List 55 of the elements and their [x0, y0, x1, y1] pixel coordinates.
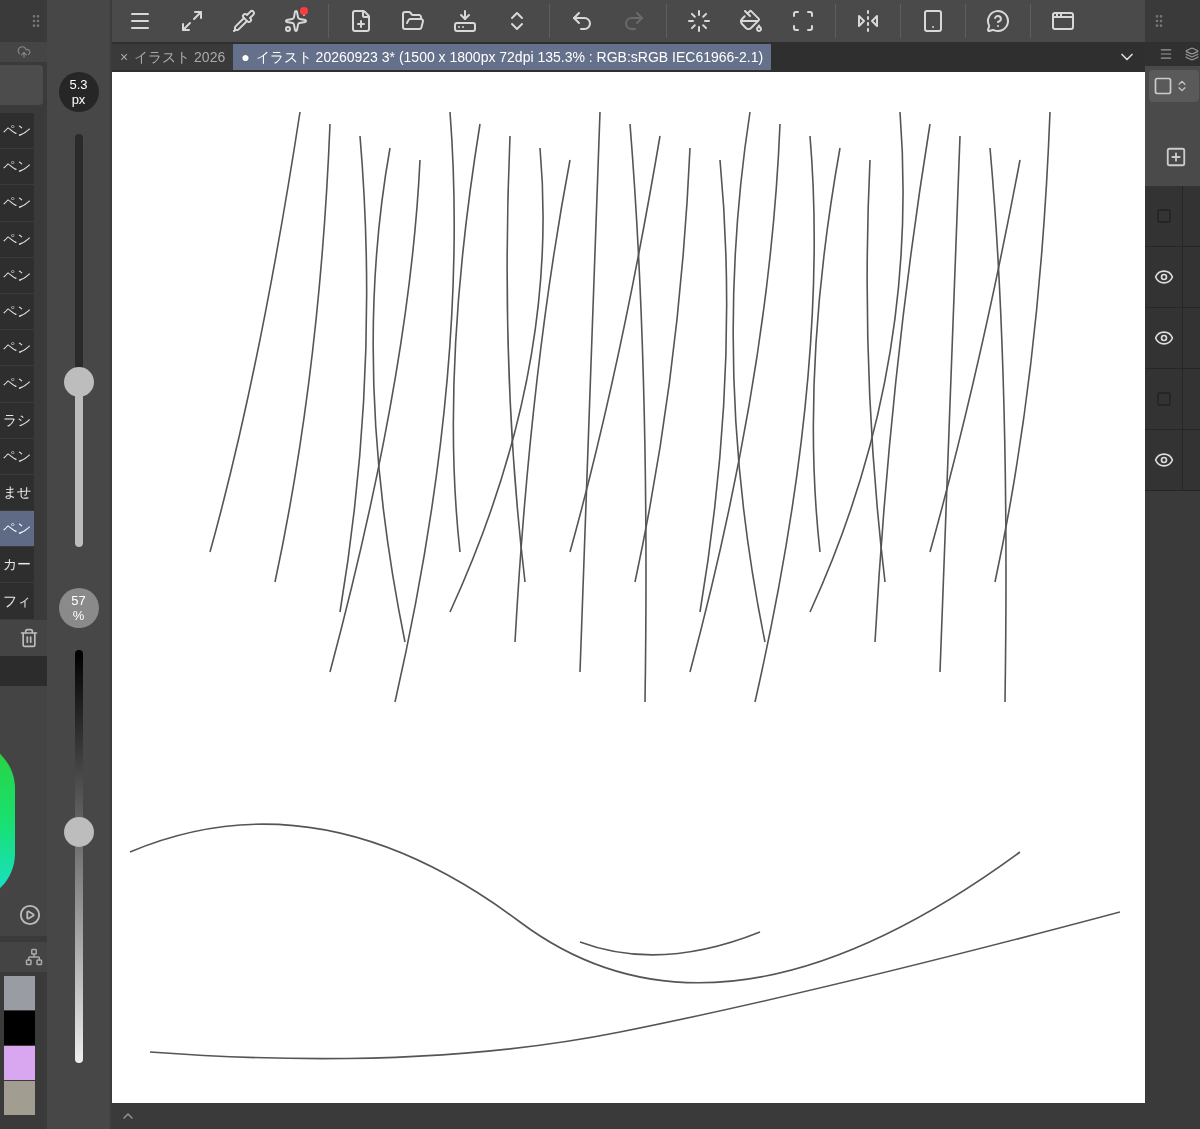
spinner-icon [687, 9, 711, 33]
tool-item[interactable]: ペン [0, 438, 34, 474]
eye-icon [1153, 328, 1174, 348]
tool-item[interactable]: ペン [0, 366, 34, 402]
eye-icon [1153, 450, 1174, 470]
modified-dot: ● [241, 47, 250, 67]
layer-row[interactable] [1145, 430, 1200, 491]
panel-header-bar [0, 655, 47, 686]
help-icon [986, 9, 1010, 33]
color-swatch[interactable] [4, 1045, 35, 1080]
value-badge: 57 % [58, 588, 99, 628]
layer-row[interactable] [1145, 308, 1200, 369]
play-icon[interactable] [19, 903, 41, 926]
folder-icon [401, 9, 425, 33]
tool-item[interactable]: ラシ [0, 402, 34, 438]
document-tab[interactable]: × イラスト 2026 [112, 44, 234, 70]
tool-item[interactable]: カー [0, 547, 34, 583]
menu-icon[interactable] [1159, 47, 1173, 61]
bucket-icon [739, 9, 763, 33]
pipette-icon [232, 9, 256, 33]
layer-row[interactable] [1145, 247, 1200, 308]
link-icon[interactable] [25, 947, 43, 966]
layers-icon[interactable] [1185, 47, 1199, 61]
window-settings-icon [1051, 9, 1075, 33]
tool-item[interactable]: ペン [0, 511, 34, 547]
undo-icon [570, 9, 594, 33]
eye-icon [1153, 267, 1174, 287]
redo-icon [622, 9, 646, 33]
tool-item[interactable]: ペン [0, 330, 34, 366]
slider-thumb[interactable] [63, 366, 94, 397]
document-tab[interactable]: ● イラスト 20260923 3* (1500 x 1800px 72dpi 135.3% : RGB:sRGB IEC61966-2.1) [233, 44, 772, 70]
download-icon [453, 9, 477, 33]
tablet-icon [921, 9, 945, 33]
color-swatch[interactable] [4, 975, 35, 1010]
tool-item[interactable]: ペン [0, 149, 34, 185]
tool-item[interactable]: フィ [0, 583, 34, 619]
slider-thumb[interactable] [63, 816, 94, 847]
color-swatch[interactable] [4, 1010, 35, 1045]
expand-icon [180, 9, 204, 33]
tool-item[interactable]: ペン [0, 257, 34, 293]
layer-mode-select[interactable] [1149, 70, 1199, 102]
value-badge: 5.3 px [58, 72, 99, 112]
flip-icon [856, 9, 880, 33]
close-mark[interactable]: × [120, 46, 129, 68]
square-icon [1153, 76, 1173, 96]
tool-item[interactable]: ませ [0, 474, 34, 511]
cloud-icon[interactable] [16, 45, 31, 59]
tool-item[interactable]: ペン [0, 293, 34, 330]
tool-item[interactable]: ペン [0, 113, 34, 149]
color-swatch[interactable] [4, 1080, 35, 1115]
trash-icon[interactable] [19, 627, 39, 648]
tool-item[interactable]: ペン [0, 185, 34, 221]
new-file-icon [349, 9, 373, 33]
tool-item[interactable]: ペン [0, 221, 34, 257]
new-layer-icon[interactable] [1165, 146, 1187, 168]
